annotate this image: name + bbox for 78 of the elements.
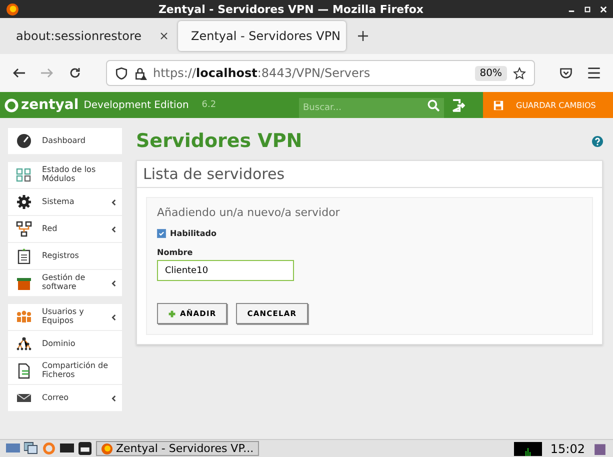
field-label: Nombre	[157, 248, 194, 257]
browser-tab[interactable]: about:sessionrestore	[8, 21, 176, 51]
chevron-icon	[111, 394, 116, 402]
menu-label: Dominio	[42, 340, 76, 348]
sidebar-item[interactable]: Usuarios y Equipos	[8, 304, 122, 331]
close-icon[interactable]	[600, 6, 607, 12]
close-tab-icon[interactable]	[160, 32, 168, 40]
browser-logo-icon	[6, 2, 19, 16]
sidebar-item[interactable]: Compartición de Ficheros	[8, 358, 122, 385]
sidebar-item[interactable]: Correo	[8, 385, 122, 412]
chevron-icon	[111, 314, 116, 320]
network-icon	[16, 221, 32, 237]
shield-icon	[115, 66, 128, 80]
sidebar-item[interactable]: Gestión de software	[8, 270, 122, 297]
users-icon	[16, 309, 32, 325]
chevron-icon	[111, 198, 116, 206]
gauge-icon	[16, 133, 32, 149]
window-title: Zentyal - Servidores VPN — Mozilla Firefox	[157, 2, 425, 16]
clock: 15:02	[550, 442, 585, 456]
back-arrow-icon[interactable]	[12, 67, 26, 79]
menu-label: Sistema	[42, 198, 76, 206]
hierarchy-icon	[16, 336, 32, 352]
zoom-badge[interactable]: 80%	[474, 66, 507, 80]
search-icon	[427, 98, 440, 112]
restore-icon[interactable]	[584, 6, 591, 12]
gear-icon	[16, 194, 32, 210]
menu-label: Estado de los Módulos	[42, 166, 97, 184]
logout-icon[interactable]	[452, 98, 465, 112]
clipboard-icon	[16, 248, 32, 264]
menu-label: Usuarios y Equipos	[42, 308, 85, 326]
menu-icon[interactable]	[587, 67, 601, 79]
address-bar[interactable]: https://localhost:8443/VPN/Servers 80%	[106, 60, 535, 86]
enabled-checkbox[interactable]	[157, 229, 166, 238]
desktop-icon[interactable]	[6, 442, 20, 455]
chevron-icon	[111, 280, 116, 286]
url-text: https://localhost:8443/VPN/Servers	[153, 66, 372, 80]
taskbar-window-button[interactable]: Zentyal - Servidores VP...	[96, 441, 259, 456]
edition-label: Development Edition	[84, 100, 189, 110]
panel-title: Lista de servidores	[137, 161, 602, 188]
form-title: Añadiendo un/a nuevo/a servidor	[157, 206, 341, 219]
search-field[interactable]: Buscar...	[299, 98, 444, 118]
sidebar-item[interactable]: Red	[8, 216, 122, 243]
tab-title: about:sessionrestore	[16, 29, 142, 43]
name-field[interactable]: Cliente10	[157, 260, 294, 281]
windows-icon[interactable]	[24, 442, 38, 455]
logo-text: zentyal	[21, 97, 79, 113]
bookmark-star-icon[interactable]	[513, 66, 526, 80]
sidebar-item[interactable]: Dominio	[8, 331, 122, 358]
tab-title: Zentyal - Servidores VPN	[191, 29, 341, 43]
checkbox-grid-icon	[16, 167, 32, 183]
help-icon[interactable]	[592, 136, 603, 146]
sidebar-item[interactable]: Estado de los Módulos	[8, 162, 122, 189]
ring-logo-icon	[4, 98, 19, 112]
sidebar-item[interactable]: Dashboard	[8, 128, 122, 155]
menu-label: Registros	[42, 252, 80, 260]
menu-label: Compartición de Ficheros	[42, 362, 110, 380]
sidebar-item[interactable]: Registros	[8, 243, 122, 270]
menu-label: Dashboard	[42, 136, 86, 146]
menu-label: Correo	[42, 394, 70, 402]
file-share-icon	[16, 363, 32, 379]
plus-icon	[168, 310, 176, 318]
cpu-graph-icon	[514, 442, 542, 456]
browser-logo-icon	[101, 442, 113, 454]
chevron-icon	[111, 226, 116, 232]
reload-icon[interactable]	[68, 67, 82, 79]
version-label: 6.2	[202, 100, 216, 110]
box-icon	[16, 275, 32, 291]
browser-tab[interactable]: Zentyal - Servidores VPN	[178, 21, 346, 51]
sidebar-item[interactable]: Sistema	[8, 189, 122, 216]
checkbox-label: Habilitado	[170, 229, 216, 238]
pocket-icon[interactable]	[559, 66, 573, 80]
lock-warning-icon	[134, 66, 147, 80]
new-tab-icon[interactable]	[358, 31, 368, 41]
menu-label: Gestión de software	[42, 274, 86, 292]
menu-label: Red	[42, 224, 58, 234]
monitor-icon[interactable]	[60, 442, 74, 455]
page-title: Servidores VPN	[136, 130, 302, 152]
terminal-icon[interactable]	[78, 442, 92, 455]
